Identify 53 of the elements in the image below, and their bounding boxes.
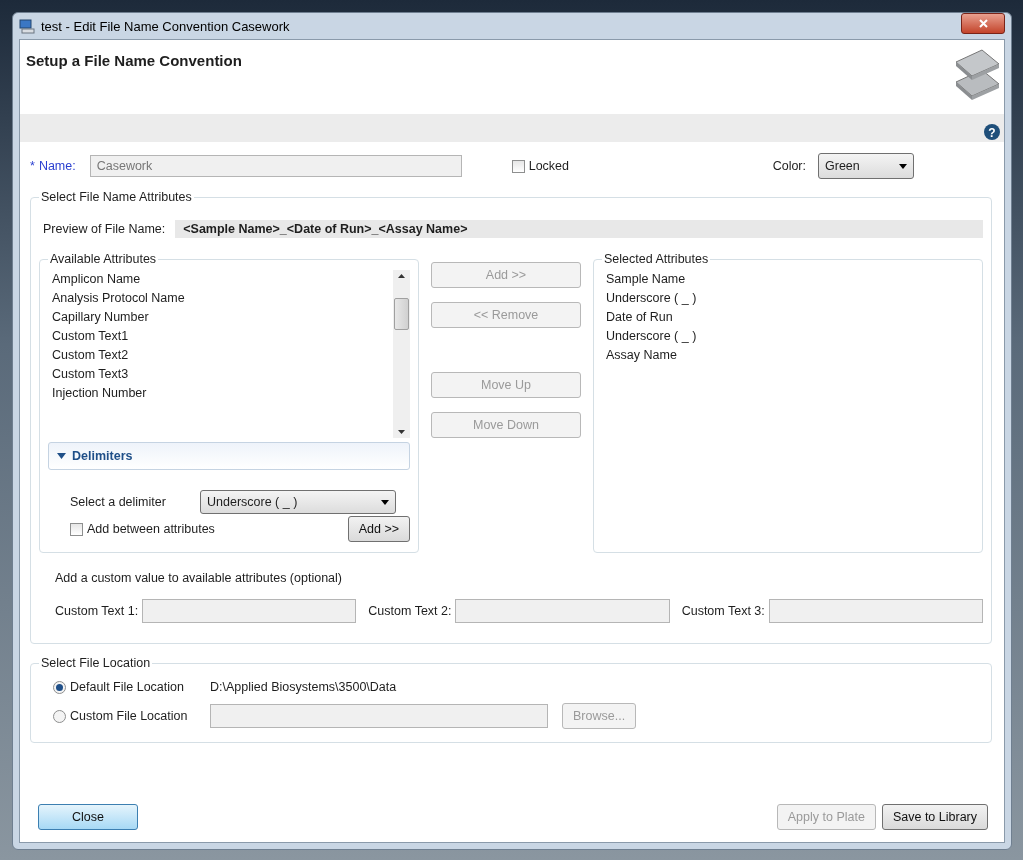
scroll-thumb[interactable] (394, 298, 409, 330)
attribute-item[interactable]: Sample Name (606, 272, 970, 286)
down-arrow-icon (398, 430, 405, 434)
attribute-item[interactable]: Custom Text3 (52, 367, 389, 381)
attribute-item[interactable]: Custom Text2 (52, 348, 389, 362)
up-arrow-icon (398, 274, 405, 278)
attribute-item[interactable]: Analysis Protocol Name (52, 291, 389, 305)
preview-label: Preview of File Name: (43, 222, 166, 236)
group-title: Select File Location (40, 656, 152, 670)
required-mark: * (30, 159, 35, 173)
group-title: Select File Name Attributes (40, 190, 193, 204)
locked-checkbox[interactable] (511, 159, 525, 173)
delimiter-dropdown[interactable]: Underscore ( _ ) (200, 490, 396, 514)
group-title: Available Attributes (49, 252, 158, 266)
save-button[interactable]: Save to Library (881, 804, 988, 830)
group-title: Selected Attributes (603, 252, 710, 266)
preview-value: <Sample Name>_<Date of Run>_<Assay Name> (175, 220, 983, 238)
attribute-item[interactable]: Capillary Number (52, 310, 389, 324)
close-button[interactable] (961, 13, 1005, 34)
attribute-item[interactable]: Assay Name (606, 348, 970, 362)
custom-text-label: Custom Text 3: (681, 604, 765, 618)
caret-icon (57, 453, 66, 459)
delimiters-header[interactable]: Delimiters (48, 442, 410, 470)
custom-value-hint: Add a custom value to available attributes (optional) (55, 571, 343, 585)
page-title: Setup a File Name Convention (26, 52, 242, 71)
file-path: D:\Applied Biosystems\3500\Data (210, 680, 397, 694)
custom-text-label: Custom Text 2: (368, 604, 452, 618)
locked-label: Locked (528, 159, 569, 173)
window-title: test - Edit File Name Convention Casework (41, 18, 291, 34)
caret-icon (381, 499, 389, 505)
attribute-item[interactable]: Date of Run (606, 310, 970, 324)
close-icon (978, 19, 988, 28)
name-label: Name: (38, 159, 76, 173)
add-between-checkbox[interactable] (70, 522, 83, 536)
attribute-item[interactable]: Amplicon Name (52, 272, 389, 286)
scrollbar[interactable] (393, 270, 410, 438)
attribute-item[interactable]: Underscore ( _ ) (606, 291, 970, 305)
add-delimiter-button[interactable]: Add >> (347, 516, 410, 542)
close-dialog-button[interactable]: Close (38, 804, 138, 830)
add-between-label: Add between attributes (87, 522, 216, 536)
caret-icon (899, 163, 907, 169)
custom-text-label: Custom Text 1: (55, 604, 139, 618)
attribute-item[interactable]: Underscore ( _ ) (606, 329, 970, 343)
computer-icon (19, 18, 35, 34)
help-icon[interactable]: ? (984, 124, 1000, 140)
location-option-label: Default File Location (70, 680, 185, 694)
attribute-item[interactable]: Custom Text1 (52, 329, 389, 343)
location-option-label: Custom File Location (70, 709, 189, 723)
delimiter-label: Select a delimiter (70, 495, 167, 509)
color-label: Color: (772, 159, 806, 173)
attribute-item[interactable]: Injection Number (52, 386, 389, 400)
color-dropdown[interactable]: Green (818, 153, 914, 179)
radio-button[interactable] (53, 680, 66, 694)
